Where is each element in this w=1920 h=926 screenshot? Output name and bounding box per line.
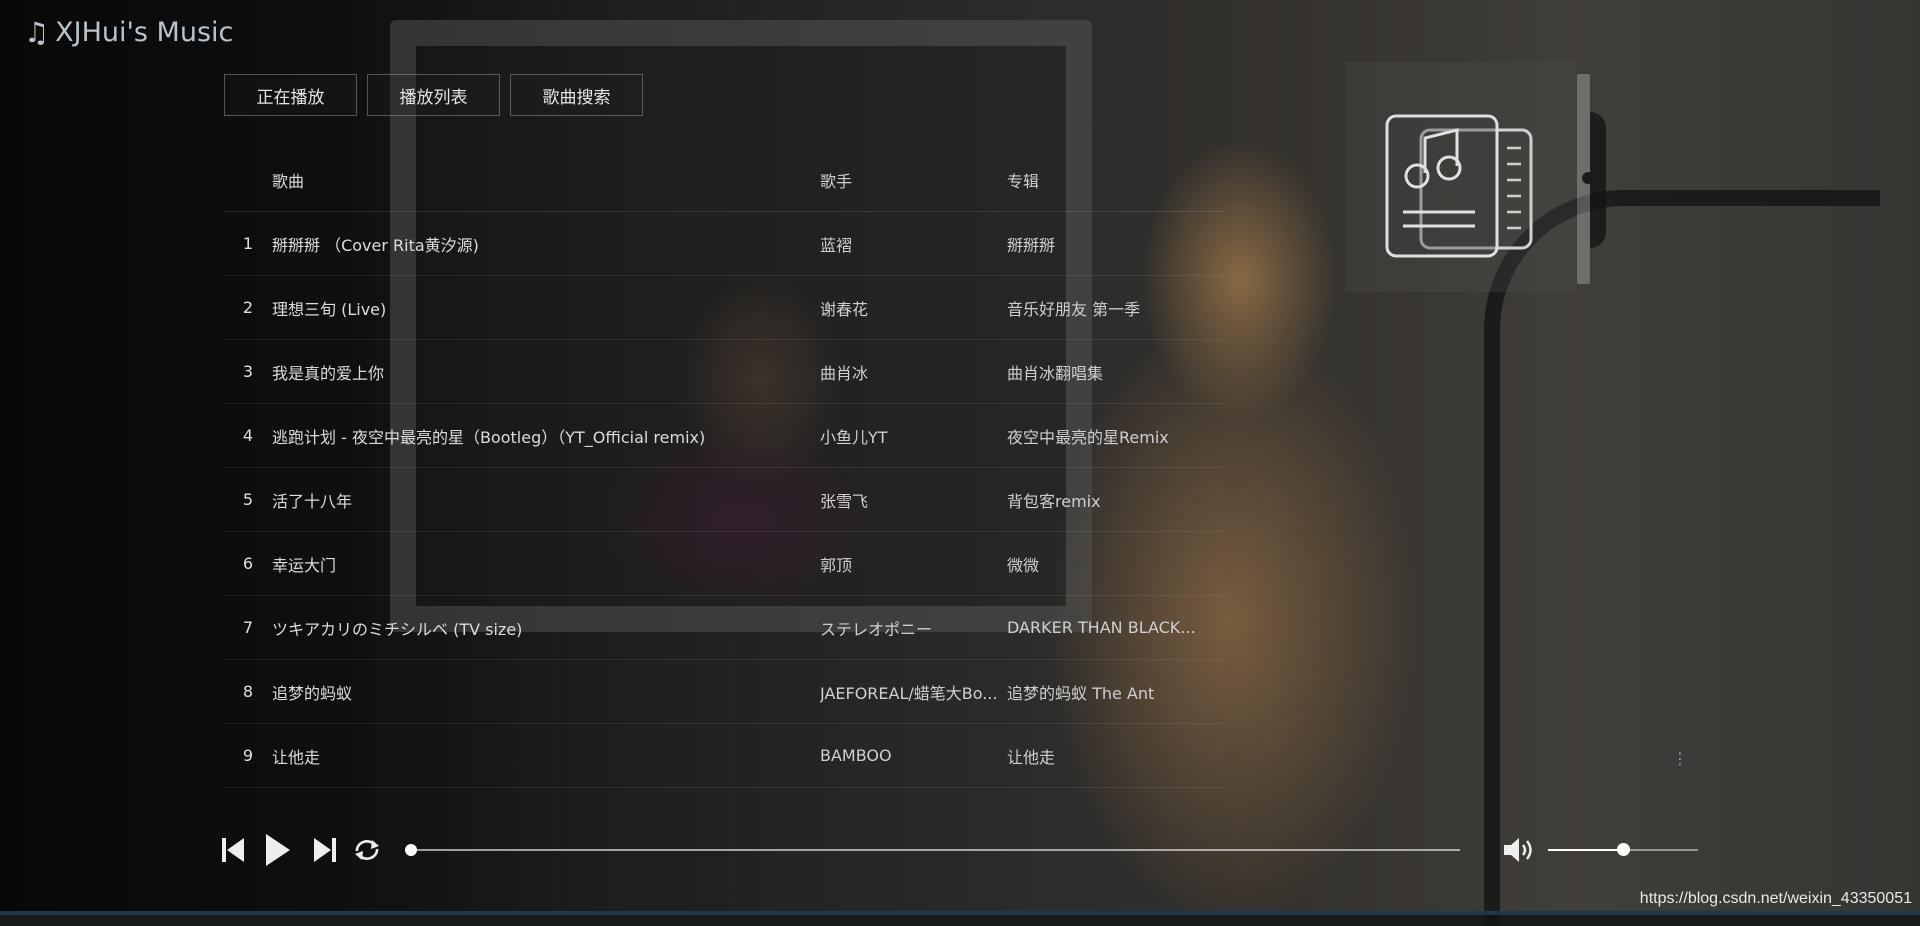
song-artist: ステレオポニー: [820, 619, 933, 639]
song-title: 掰掰掰 （Cover Rita黄汐源): [272, 235, 479, 255]
song-album: 背包客remix: [1007, 491, 1101, 511]
song-title: 让他走: [272, 747, 321, 767]
song-album: 夜空中最亮的星Remix: [1007, 427, 1169, 447]
song-album: 让他走: [1007, 747, 1056, 767]
song-number: 3: [242, 362, 254, 381]
player-controls: [220, 830, 1700, 870]
song-row[interactable]: 9 让他走 BAMBOO 让他走: [224, 724, 1224, 788]
song-number: 8: [242, 682, 254, 701]
song-album: 微微: [1007, 555, 1040, 575]
music-note-icon: ♫: [24, 16, 50, 49]
song-list-header: 歌曲 歌手 专辑: [224, 148, 1224, 212]
song-title: 幸运大门: [272, 555, 337, 575]
header-artist: 歌手: [820, 171, 853, 191]
app-title: ♫ XJHui's Music: [24, 16, 233, 49]
song-album: 曲肖冰翻唱集: [1007, 363, 1104, 383]
song-row[interactable]: 8 追梦的蚂蚁 JAEFOREAL/蜡笔大Bo... 追梦的蚂蚁 The Ant: [224, 660, 1224, 724]
volume-icon[interactable]: [1502, 830, 1536, 870]
progress-knob[interactable]: [405, 844, 417, 856]
song-album: 音乐好朋友 第一季: [1007, 299, 1141, 319]
volume-slider-fill: [1548, 849, 1623, 851]
song-artist: 蓝褶: [820, 235, 853, 255]
song-title: ツキアカリのミチシルベ (TV size): [272, 619, 523, 639]
song-number: 5: [242, 490, 254, 509]
song-row[interactable]: 3 我是真的爱上你 曲肖冰 曲肖冰翻唱集: [224, 340, 1224, 404]
song-number: 7: [242, 618, 254, 637]
song-row[interactable]: 5 活了十八年 张雪飞 背包客remix: [224, 468, 1224, 532]
song-row[interactable]: 1 掰掰掰 （Cover Rita黄汐源) 蓝褶 掰掰掰: [224, 212, 1224, 276]
song-artist: BAMBOO: [820, 746, 892, 765]
watermark-url: https://blog.csdn.net/weixin_43350051: [1639, 890, 1912, 907]
vinyl-center-dot: [1582, 172, 1594, 184]
song-title: 逃跑计划 - 夜空中最亮的星（Bootleg）（YT_Official remi…: [272, 427, 706, 447]
more-options-icon[interactable]: ⋮: [1665, 743, 1695, 773]
song-title: 我是真的爱上你: [272, 363, 385, 383]
album-cover-panel: [1345, 62, 1577, 292]
song-title: 理想三旬 (Live): [272, 299, 387, 319]
header-album: 专辑: [1007, 171, 1040, 191]
music-document-icon: [1385, 114, 1533, 258]
song-artist: 曲肖冰: [820, 363, 869, 383]
song-artist: 谢春花: [820, 299, 869, 319]
song-album: DARKER THAN BLACK...: [1007, 618, 1196, 637]
tab-song-search[interactable]: 歌曲搜索: [510, 74, 643, 116]
song-title: 活了十八年: [272, 491, 353, 511]
repeat-icon[interactable]: [352, 830, 382, 870]
tab-now-playing[interactable]: 正在播放: [224, 74, 357, 116]
song-album: 掰掰掰: [1007, 235, 1056, 255]
bottom-accent-bar: [0, 911, 1920, 915]
play-icon[interactable]: [264, 830, 292, 870]
song-artist: JAEFOREAL/蜡笔大Bo...: [820, 683, 998, 703]
song-number: 6: [242, 554, 254, 573]
song-title: 追梦的蚂蚁: [272, 683, 353, 703]
previous-track-icon[interactable]: [220, 830, 248, 870]
song-row[interactable]: 4 逃跑计划 - 夜空中最亮的星（Bootleg）（YT_Official rem…: [224, 404, 1224, 468]
song-artist: 张雪飞: [820, 491, 869, 511]
progress-bar[interactable]: [410, 849, 1460, 851]
tab-bar: 正在播放 播放列表 歌曲搜索: [224, 74, 643, 116]
song-row[interactable]: 6 幸运大门 郭顶 微微: [224, 532, 1224, 596]
song-number: 2: [242, 298, 254, 317]
song-album: 追梦的蚂蚁 The Ant: [1007, 683, 1155, 703]
app-title-text: XJHui's Music: [55, 17, 234, 48]
song-number: 4: [242, 426, 254, 445]
song-row[interactable]: 2 理想三旬 (Live) 谢春花 音乐好朋友 第一季: [224, 276, 1224, 340]
header-song: 歌曲: [272, 171, 305, 191]
song-artist: 郭顶: [820, 555, 853, 575]
song-number: 9: [242, 746, 254, 765]
song-number: 1: [242, 234, 254, 253]
song-row[interactable]: 7 ツキアカリのミチシルベ (TV size) ステレオポニー DARKER THAN…: [224, 596, 1224, 660]
song-artist: 小鱼儿YT: [820, 427, 888, 447]
next-track-icon[interactable]: [310, 830, 338, 870]
tab-playlist[interactable]: 播放列表: [367, 74, 500, 116]
volume-slider-knob[interactable]: [1617, 843, 1630, 856]
song-list: 歌曲 歌手 专辑 1 掰掰掰 （Cover Rita黄汐源) 蓝褶 掰掰掰 2 理想三旬 …: [224, 148, 1224, 788]
